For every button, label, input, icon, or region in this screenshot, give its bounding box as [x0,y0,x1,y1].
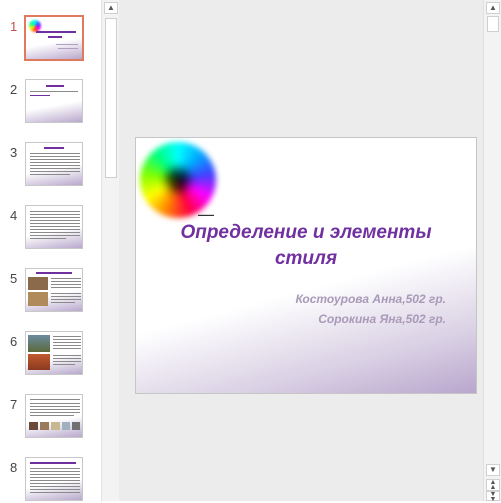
image-caption: ▬▬▬▬ [198,212,214,217]
scroll-up-icon[interactable]: ▲ [104,2,118,14]
slide-number: 3 [10,145,18,160]
slide-preview [25,79,83,123]
slide-thumbnail-2[interactable]: 2 [0,79,101,129]
slide-number: 2 [10,82,18,97]
slide-preview [25,457,83,501]
slide-preview [25,268,83,312]
previous-slide-icon[interactable]: ▲ ▲ [486,479,500,491]
slide-thumbnail-6[interactable]: 6 [0,331,101,381]
slide-author-2[interactable]: Сорокина Яна,502 гр. [318,312,446,326]
slide-title[interactable]: Определение и элементы стиля [166,220,446,272]
slide-thumbnail-pane: 1 2 3 4 5 6 7 8 [0,0,101,501]
slide-number: 6 [10,334,18,349]
slide-number: 7 [10,397,18,412]
slide-number: 5 [10,271,18,286]
slide-thumbnail-5[interactable]: 5 [0,268,101,318]
scroll-up-icon[interactable]: ▲ [486,2,500,14]
color-wheel-center [166,168,190,192]
slide-preview [25,394,83,438]
scrollbar-thumb[interactable] [105,18,117,178]
slide-number: 4 [10,208,18,223]
slide-editing-pane: ▬▬▬▬ Определение и элементы стиля Костоу… [119,0,483,501]
slide-thumbnail-3[interactable]: 3 [0,142,101,192]
slide-author-1[interactable]: Костоурова Анна,502 гр. [296,292,447,306]
slide-preview [25,142,83,186]
slide-thumbnail-4[interactable]: 4 [0,205,101,255]
current-slide[interactable]: ▬▬▬▬ Определение и элементы стиля Костоу… [135,137,477,394]
slide-preview [25,205,83,249]
slide-thumbnail-7[interactable]: 7 [0,394,101,444]
slide-preview [25,331,83,375]
slide-number: 1 [10,19,18,34]
scroll-down-icon[interactable]: ▼ [486,464,500,476]
scrollbar-thumb[interactable] [487,16,499,32]
thumbnail-scrollbar[interactable]: ▲ [101,0,119,501]
slide-thumbnail-1[interactable]: 1 [0,15,101,66]
slide-preview [24,15,84,61]
slide-number: 8 [10,460,18,475]
editor-scrollbar[interactable]: ▲ ▼ ▲ ▲ ▼ ▼ [483,0,501,503]
slide-thumbnail-8[interactable]: 8 [0,457,101,501]
next-slide-icon[interactable]: ▼ ▼ [486,491,500,503]
